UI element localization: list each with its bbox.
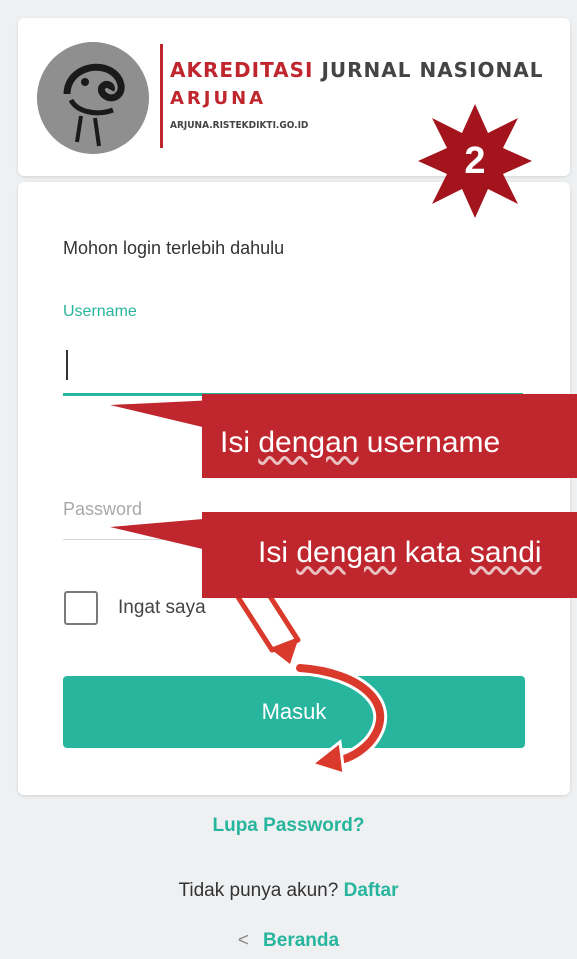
home-link-label[interactable]: Beranda	[263, 930, 339, 951]
password-callout-wavy: dengan	[296, 536, 397, 569]
home-link[interactable]: < Beranda	[0, 930, 577, 952]
username-callout-wavy: dengan	[258, 426, 359, 459]
username-callout-suffix: username	[358, 426, 501, 459]
username-callout: Isi dengan username	[202, 394, 577, 478]
password-callout: Isi dengan kata sandi	[202, 512, 577, 598]
signup-row: Tidak punya akun? Daftar	[0, 880, 577, 902]
password-callout-wavy-2: sandi	[469, 536, 542, 569]
chevron-left-icon: <	[237, 930, 250, 951]
username-callout-prefix: Isi	[220, 426, 259, 459]
password-callout-prefix: Isi	[258, 536, 297, 569]
step-number: 2	[464, 139, 486, 182]
forgot-password-link[interactable]: Lupa Password?	[0, 815, 577, 837]
step-badge: 2	[414, 100, 536, 222]
no-account-text: Tidak punya akun?	[178, 880, 344, 901]
username-callout-pointer	[110, 400, 215, 430]
signup-link[interactable]: Daftar	[344, 880, 399, 901]
password-callout-pointer	[110, 518, 215, 552]
password-callout-mid: kata	[396, 536, 470, 569]
curved-arrow-icon	[293, 661, 388, 777]
